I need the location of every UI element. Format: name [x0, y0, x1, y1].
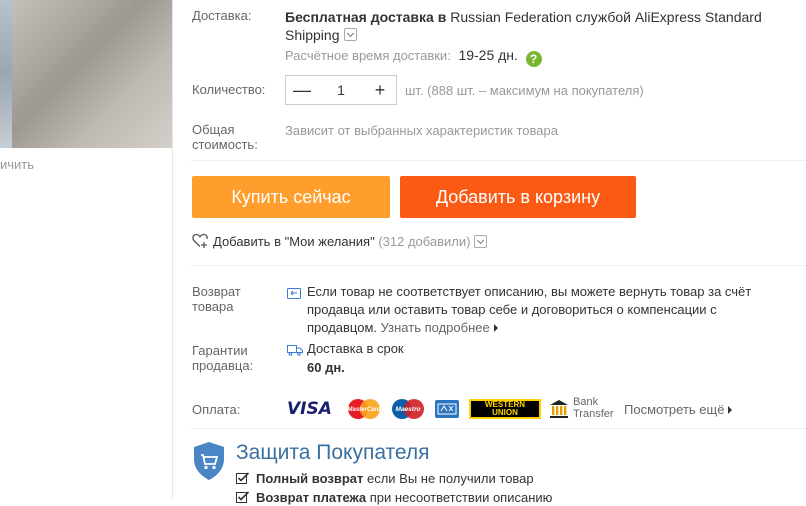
total-label-line2: стоимость: — [192, 137, 258, 152]
amex-logo — [435, 400, 459, 418]
divider — [191, 428, 806, 429]
protection-item1-bold: Полный возврат — [256, 471, 364, 486]
shipping-by: службой — [575, 9, 631, 25]
protection-item2-bold: Возврат платежа — [256, 490, 367, 505]
protection-item1-rest: если Вы не получили товар — [366, 471, 534, 486]
buyer-protection-title: Защита Покупателя — [236, 441, 430, 464]
wishlist-dropdown-icon[interactable] — [474, 235, 488, 248]
eta-value: 19-25 дн. — [458, 47, 518, 63]
delivery-estimate: Расчётное время доставки: 19-25 дн. ? — [285, 47, 542, 67]
payment-see-more-link[interactable]: Посмотреть ещё — [624, 402, 733, 417]
protection-item: Полный возврат если Вы не получили товар — [236, 471, 534, 486]
quantity-input[interactable]: 1 — [316, 76, 366, 104]
returns-more-link[interactable]: Узнать подробнее — [381, 320, 490, 335]
returns-label-line1: Возврат — [192, 284, 241, 299]
arrow-right-icon — [493, 324, 498, 332]
visa-logo: VISA — [287, 399, 332, 419]
returns-description: Если товар не соответствует описанию, вы… — [307, 284, 752, 335]
guarantee-days: 60 дн. — [307, 360, 345, 375]
quantity-stepper: — 1 + — [285, 75, 397, 105]
product-details: Доставка: Бесплатная доставка в Russian … — [173, 0, 806, 505]
svg-text:Maestro: Maestro — [396, 406, 421, 413]
checkbox-checked-icon — [236, 472, 250, 484]
wishlist-count: (312 добавили) — [378, 234, 471, 249]
wishlist-row[interactable]: Добавить в "Мои желания" (312 добавили) — [192, 233, 488, 249]
product-image-edge — [0, 0, 12, 148]
bank-line1: Bank — [573, 396, 599, 408]
product-image[interactable] — [0, 0, 172, 148]
eta-label: Расчётное время доставки: — [285, 48, 451, 63]
checkbox-checked-icon — [236, 491, 250, 503]
shipping-info: Бесплатная доставка в Russian Federation… — [285, 8, 785, 44]
quantity-increase-button[interactable]: + — [366, 76, 394, 104]
return-icon — [287, 287, 301, 299]
truck-icon — [287, 344, 303, 356]
shipping-free: Бесплатная доставка — [285, 9, 434, 25]
guarantee-line1: Доставка в срок — [307, 341, 404, 356]
divider — [191, 265, 806, 266]
quantity-decrease-button[interactable]: — — [288, 76, 316, 104]
mastercard-logo: MasterCard — [345, 398, 383, 420]
guarantee-label-line1: Гарантии — [192, 343, 248, 358]
bank-transfer-logo: Bank Transfer — [549, 396, 619, 420]
left-panel: ичить — [0, 0, 172, 499]
protection-item2-rest: при несоответствии описанию — [369, 490, 553, 505]
shipping-country[interactable]: Russian Federation — [450, 9, 571, 25]
maestro-logo: Maestro — [389, 398, 427, 420]
see-more-label[interactable]: Посмотреть ещё — [624, 402, 724, 417]
bank-transfer-text: Bank Transfer — [573, 396, 614, 420]
quantity-note: шт. (888 шт. – максимум на покупателя) — [405, 83, 644, 98]
guarantee-label-line2: продавца: — [192, 358, 254, 373]
compare-link[interactable]: ичить — [0, 157, 34, 172]
heart-plus-icon — [192, 233, 208, 248]
add-to-cart-button[interactable]: Добавить в корзину — [400, 176, 636, 218]
protection-item: Возврат платежа при несоответствии описа… — [236, 490, 552, 505]
arrow-right-icon — [728, 406, 733, 414]
total-value: Зависит от выбранных характеристик товар… — [285, 123, 558, 138]
shipping-label: Доставка: — [192, 8, 252, 23]
shield-cart-icon — [192, 441, 226, 481]
wu-line2: UNION — [492, 408, 518, 417]
quantity-label: Количество: — [192, 82, 266, 97]
bank-line2: Transfer — [573, 408, 614, 420]
wishlist-label[interactable]: Добавить в "Мои желания" — [213, 234, 375, 249]
returns-text: Если товар не соответствует описанию, вы… — [307, 283, 787, 337]
returns-label-line2: товара — [192, 299, 234, 314]
divider — [191, 160, 806, 161]
svg-text:MasterCard: MasterCard — [347, 407, 380, 413]
western-union-logo: WESTERN UNION — [469, 399, 541, 419]
shipping-in: в — [437, 9, 447, 25]
help-icon[interactable]: ? — [525, 51, 542, 67]
buy-now-button[interactable]: Купить сейчас — [192, 176, 390, 218]
total-label-line1: Общая — [192, 122, 235, 137]
shipping-dropdown-icon[interactable] — [343, 28, 357, 41]
payment-label: Оплата: — [192, 402, 241, 417]
